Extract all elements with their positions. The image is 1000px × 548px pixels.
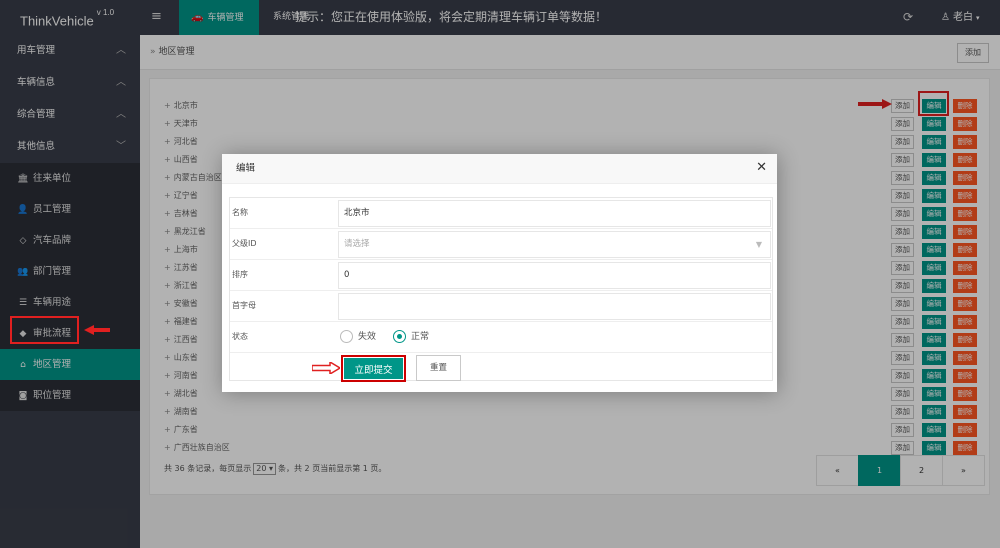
form-row-name: 名称 北京市 <box>230 198 772 229</box>
submit-button[interactable]: 立即提交 <box>341 355 406 382</box>
close-icon[interactable]: ✕ <box>756 161 767 175</box>
initial-label: 首字母 <box>232 301 256 310</box>
annotation-box-sidebar <box>10 316 79 344</box>
radio-icon <box>340 330 353 343</box>
dialog-title: 编辑 <box>222 154 777 184</box>
reset-button[interactable]: 重置 <box>416 355 461 381</box>
edit-region-dialog: 编辑 ✕ 名称 北京市 父级ID 请选择 ▼ 排序 0 首字母 状态 失效 正常 … <box>222 154 777 392</box>
form-row-initial: 首字母 <box>230 291 772 322</box>
annotation-arrow-submit <box>312 362 340 374</box>
edit-form: 名称 北京市 父级ID 请选择 ▼ 排序 0 首字母 状态 失效 正常 立即提交 … <box>229 197 773 382</box>
radio-checked-icon <box>393 330 406 343</box>
annotation-arrow-sidebar <box>84 325 110 335</box>
chevron-down-icon: ▼ <box>755 240 762 249</box>
sort-input[interactable]: 0 <box>338 262 771 289</box>
initial-input[interactable] <box>338 293 771 320</box>
name-input[interactable]: 北京市 <box>338 200 771 227</box>
form-row-parent: 父级ID 请选择 ▼ <box>230 229 772 260</box>
parent-select[interactable]: 请选择 ▼ <box>338 231 771 258</box>
parent-label: 父级ID <box>232 239 257 248</box>
status-radio-active[interactable]: 正常 <box>393 330 429 344</box>
name-label: 名称 <box>232 208 248 217</box>
sort-label: 排序 <box>232 270 248 279</box>
status-label: 状态 <box>232 332 248 341</box>
status-radio-inactive[interactable]: 失效 <box>340 330 376 344</box>
form-row-status: 状态 失效 正常 <box>230 322 772 353</box>
form-row-sort: 排序 0 <box>230 260 772 291</box>
